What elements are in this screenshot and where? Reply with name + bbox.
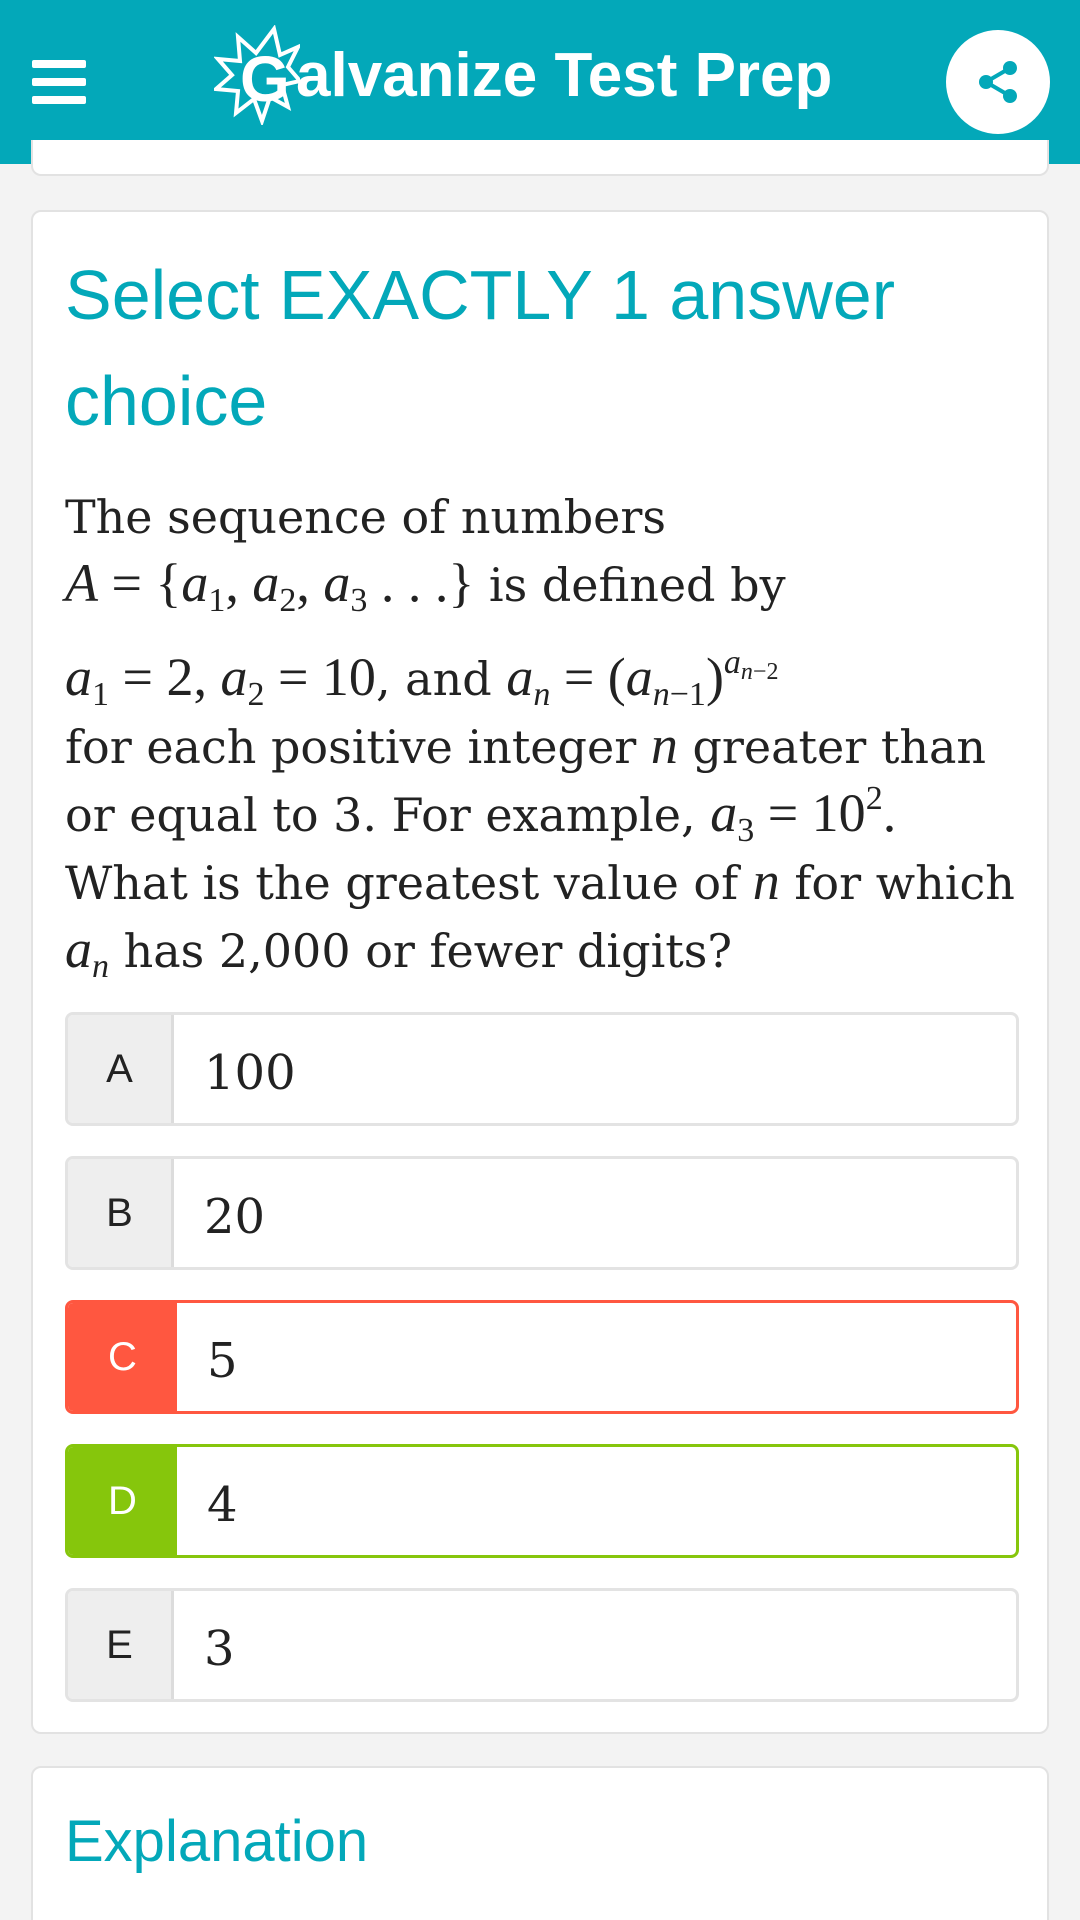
choice-a[interactable]: A 100 xyxy=(65,1012,1019,1126)
choice-letter: C xyxy=(68,1303,177,1411)
question-line: What is the greatest value of n for whic… xyxy=(65,851,1015,911)
previous-card-edge xyxy=(31,140,1049,176)
brand-logo[interactable]: G alvanize Test Prep xyxy=(214,20,832,130)
choice-letter: A xyxy=(68,1015,174,1123)
app-title: alvanize Test Prep xyxy=(296,40,833,110)
logo-letter: G xyxy=(240,43,290,115)
question-line: or equal to 3. For example, a3 = 102. xyxy=(65,780,897,849)
question-line: A = {a1, a2, a3 . . .} is defined by xyxy=(65,553,786,619)
explanation-card: Explanation xyxy=(31,1766,1049,1920)
choice-value: 100 xyxy=(204,1045,296,1101)
choice-letter: E xyxy=(68,1591,174,1699)
share-icon xyxy=(979,61,1017,103)
choice-value: 20 xyxy=(204,1189,266,1245)
starburst-logo-icon: G xyxy=(214,25,300,125)
choice-d[interactable]: D 4 xyxy=(65,1444,1019,1558)
choice-letter: B xyxy=(68,1159,174,1267)
question-line: an has 2,000 or fewer digits? xyxy=(65,919,733,985)
question-line: a1 = 2, a2 = 10, and an = (an−1)an−2 xyxy=(65,644,779,713)
question-text: The sequence of numbers A = {a1, a2, a3 … xyxy=(65,484,1025,984)
question-line: The sequence of numbers xyxy=(65,490,666,544)
question-line: for each positive integer n greater than xyxy=(65,715,987,775)
choice-c[interactable]: C 5 xyxy=(65,1300,1019,1414)
choice-value: 3 xyxy=(204,1621,235,1677)
choice-value: 5 xyxy=(207,1333,238,1389)
instruction-heading: Select EXACTLY 1 answer choice xyxy=(65,256,896,440)
choice-e[interactable]: E 3 xyxy=(65,1588,1019,1702)
choice-value: 4 xyxy=(207,1477,238,1533)
choice-letter: D xyxy=(68,1447,177,1555)
hamburger-menu-icon[interactable] xyxy=(32,60,86,104)
choice-b[interactable]: B 20 xyxy=(65,1156,1019,1270)
question-card: Select EXACTLY 1 answer choice The seque… xyxy=(31,210,1049,1734)
explanation-heading: Explanation xyxy=(65,1809,369,1874)
share-button[interactable] xyxy=(946,30,1050,134)
